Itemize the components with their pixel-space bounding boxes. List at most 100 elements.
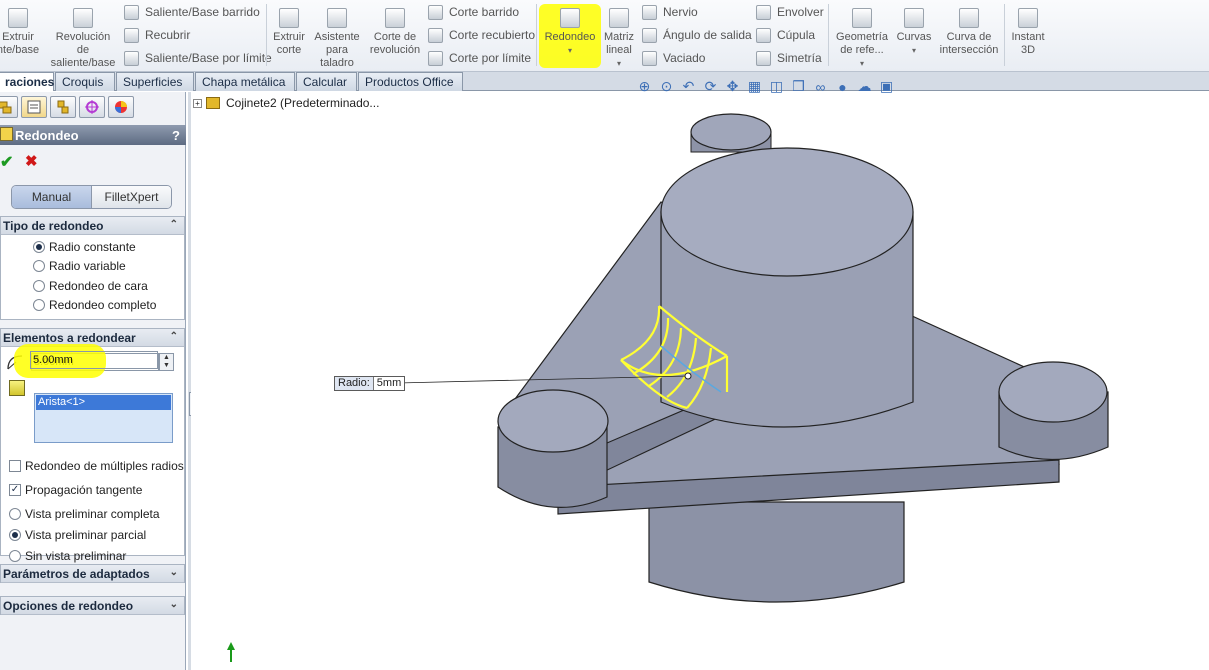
radio-label: Redondeo completo xyxy=(49,298,157,312)
fillet-button[interactable]: Redondeo ▾ xyxy=(543,0,597,70)
sweep-boss-label: Saliente/Base barrido xyxy=(145,5,260,19)
sweep-cut-button[interactable]: Corte barrido xyxy=(428,2,519,22)
tab-productos-office[interactable]: Productos Office xyxy=(358,72,463,91)
tangent-propagation-checkbox[interactable]: ✓ Propagación tangente xyxy=(9,482,142,498)
graphics-area[interactable]: + Cojinete2 (Predeterminado... ⊕ ⊙ ↶ ⟳ ✥… xyxy=(191,78,1209,670)
dimxpert-tab[interactable] xyxy=(79,96,105,118)
feature-manager-tab[interactable] xyxy=(0,96,18,118)
sweep-boss-button[interactable]: Saliente/Base barrido xyxy=(124,2,260,22)
radio-button-icon xyxy=(9,508,21,520)
property-manager-tab[interactable] xyxy=(21,96,47,118)
boundary-icon xyxy=(124,50,139,66)
loft-boss-button[interactable]: Recubrir xyxy=(124,25,190,45)
back-boss xyxy=(690,113,772,153)
extrude-boss-button[interactable]: Extruir nte/base xyxy=(0,0,42,70)
mirror-button[interactable]: Simetría xyxy=(756,48,822,68)
linear-pattern-icon xyxy=(609,8,629,28)
hole-wizard-label: Asistente para taladro xyxy=(314,31,360,69)
radio-full-round[interactable]: Redondeo completo xyxy=(33,297,156,313)
chevron-down-icon[interactable]: ⌄ xyxy=(170,599,178,610)
radio-full-preview[interactable]: Vista preliminar completa xyxy=(9,506,160,522)
wrap-button[interactable]: Envolver xyxy=(756,2,824,22)
manual-mode-button[interactable]: Manual xyxy=(12,186,92,208)
reference-geometry-button[interactable]: Geometría de refe... ▾ xyxy=(834,0,890,70)
ribbon-separator xyxy=(1004,4,1005,66)
rib-button[interactable]: Nervio xyxy=(642,2,698,22)
chevron-down-icon[interactable]: ▾ xyxy=(912,44,916,57)
radio-label: Radio constante xyxy=(49,240,136,254)
instant3d-icon xyxy=(1018,8,1038,28)
fillet-title-icon xyxy=(0,127,13,141)
tab-superficies[interactable]: Superficies xyxy=(116,72,194,91)
intersection-curve-button[interactable]: Curva de intersección xyxy=(938,0,1000,70)
boundary-boss-button[interactable]: Saliente/Base por límite xyxy=(124,48,272,68)
command-tabs: raciones Croquis Superficies Chapa metál… xyxy=(0,72,1209,91)
cancel-button[interactable]: ✖ xyxy=(25,152,38,170)
callout-anchor xyxy=(684,372,692,380)
radius-spinner[interactable]: ▲ ▼ xyxy=(159,353,174,371)
tab-chapa-metalica[interactable]: Chapa metálica xyxy=(195,72,295,91)
radio-no-preview[interactable]: Sin vista preliminar xyxy=(9,548,126,564)
fillet-options-header[interactable]: Opciones de redondeo ⌄ xyxy=(1,597,184,615)
filletxpert-mode-button[interactable]: FilletXpert xyxy=(92,186,171,208)
revolve-cut-button[interactable]: Corte de revolución xyxy=(366,0,424,70)
chevron-up-icon[interactable]: ⌃ xyxy=(170,331,178,342)
chevron-up-icon[interactable]: ⌃ xyxy=(170,219,178,230)
chevron-down-icon[interactable]: ▾ xyxy=(617,57,621,70)
edges-selection-icon xyxy=(9,380,25,396)
right-boss-ear xyxy=(998,361,1109,460)
radio-variable-radius[interactable]: Radio variable xyxy=(33,258,126,274)
curves-button[interactable]: Curvas ▾ xyxy=(894,0,934,70)
tab-calcular[interactable]: Calcular xyxy=(296,72,357,91)
chevron-down-icon[interactable]: ▾ xyxy=(568,44,572,57)
ok-button[interactable]: ✔ xyxy=(0,152,13,172)
setback-params-group: Parámetros de adaptados ⌄ xyxy=(0,564,185,583)
chevron-down-icon[interactable]: ⌄ xyxy=(170,567,178,578)
command-manager-ribbon: Extruir nte/base Revolución de saliente/… xyxy=(0,0,1209,72)
ribbon-separator xyxy=(828,4,829,66)
radio-constant-radius[interactable]: Radio constante xyxy=(33,239,136,255)
radio-face-fillet[interactable]: Redondeo de cara xyxy=(33,278,148,294)
instant3d-label: Instant 3D xyxy=(1011,31,1045,56)
panel-title-bar: Redondeo ? xyxy=(0,125,186,145)
draft-button[interactable]: Ángulo de salida xyxy=(642,25,752,45)
radio-button-icon xyxy=(33,260,45,272)
linear-pattern-button[interactable]: Matriz lineal ▾ xyxy=(601,0,637,70)
fillet-type-header[interactable]: Tipo de redondeo ⌃ xyxy=(1,217,184,235)
help-icon[interactable]: ? xyxy=(172,128,180,143)
multi-radius-checkbox[interactable]: Redondeo de múltiples radios xyxy=(9,458,184,474)
edge-list-item[interactable]: Arista<1> xyxy=(36,395,171,410)
revolve-cut-label: Corte de revolución xyxy=(369,31,421,56)
hole-wizard-button[interactable]: Asistente para taladro xyxy=(312,0,362,70)
loft-cut-icon xyxy=(428,27,443,43)
tab-operaciones[interactable]: raciones xyxy=(0,72,54,91)
extrude-cut-button[interactable]: Extruir corte xyxy=(270,0,308,70)
dome-button[interactable]: Cúpula xyxy=(756,25,815,45)
loft-cut-button[interactable]: Corte recubierto xyxy=(428,25,535,45)
boundary-cut-icon xyxy=(428,50,443,66)
appearance-icon xyxy=(115,101,127,113)
extrude-cut-icon xyxy=(279,8,299,28)
mirror-icon xyxy=(756,50,771,66)
fillet-type-header-label: Tipo de redondeo xyxy=(3,218,104,233)
panel-title: Redondeo xyxy=(15,127,79,143)
configuration-manager-tab[interactable] xyxy=(50,96,76,118)
callout-value[interactable]: 5mm xyxy=(374,377,404,390)
display-manager-tab[interactable] xyxy=(108,96,134,118)
boundary-cut-button[interactable]: Corte por límite xyxy=(428,48,531,68)
items-header-label: Elementos a redondear xyxy=(3,330,136,345)
revolve-boss-button[interactable]: Revolución de saliente/base xyxy=(48,0,118,70)
radio-partial-preview[interactable]: Vista preliminar parcial xyxy=(9,527,146,543)
chevron-down-icon[interactable]: ▾ xyxy=(860,57,864,70)
setback-header[interactable]: Parámetros de adaptados ⌄ xyxy=(1,565,184,583)
radio-button-icon xyxy=(33,280,45,292)
ribbon-separator xyxy=(536,4,537,66)
radius-input-overlay[interactable] xyxy=(30,351,158,369)
instant3d-button[interactable]: Instant 3D xyxy=(1008,0,1048,70)
radius-callout[interactable]: Radio: 5mm xyxy=(334,376,406,391)
rib-icon xyxy=(642,4,657,20)
tab-croquis[interactable]: Croquis xyxy=(55,72,115,91)
checkbox-unchecked-icon xyxy=(9,460,21,472)
edges-list[interactable]: Arista<1> xyxy=(34,393,173,443)
shell-button[interactable]: Vaciado xyxy=(642,48,705,68)
